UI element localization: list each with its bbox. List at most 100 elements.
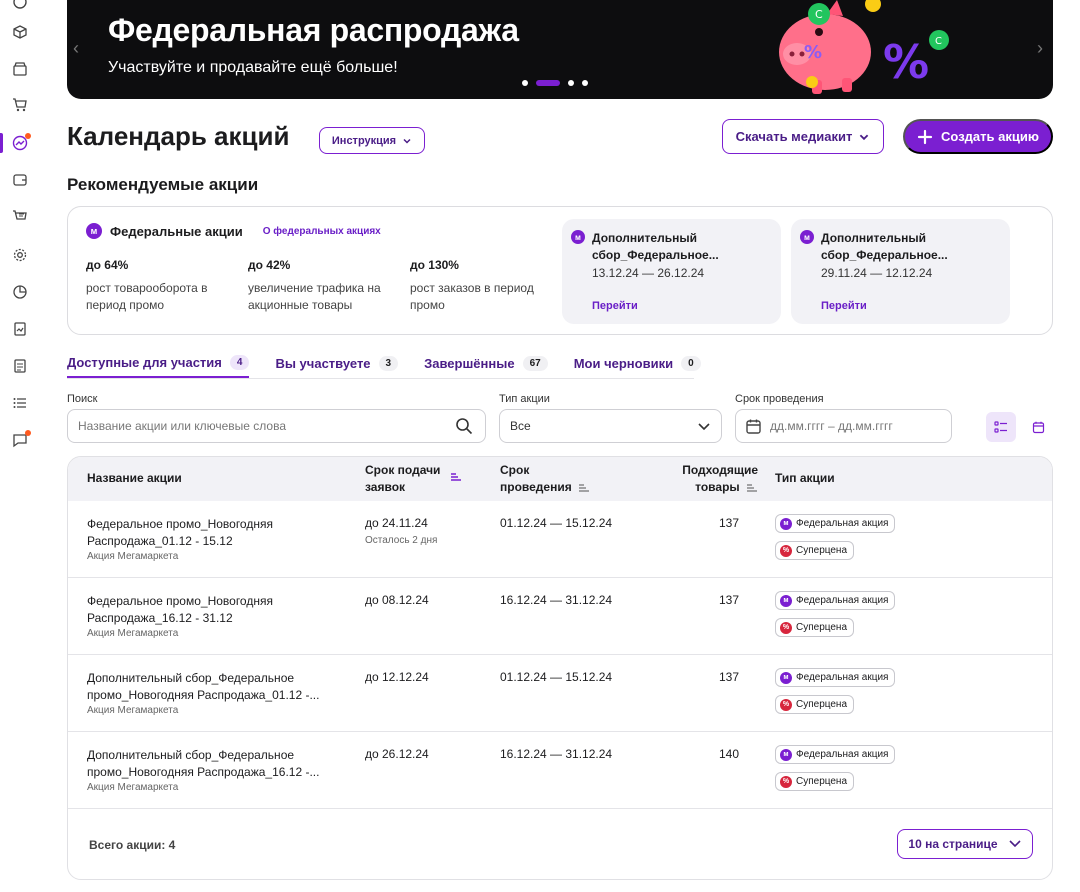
promo-card-go-link[interactable]: Перейти: [821, 300, 867, 312]
banner-title: Федеральная распродажа: [108, 12, 519, 48]
promo-deadline: до 24.11.24: [365, 516, 428, 530]
cart-list-icon[interactable]: [12, 209, 28, 225]
recommended-promo-card[interactable]: м Дополнительный сбор_Федеральное... 29.…: [791, 219, 1010, 324]
about-federal-link[interactable]: О федеральных акциях: [263, 226, 381, 237]
create-promo-button[interactable]: Создать акцию: [903, 119, 1053, 154]
type-label: Тип акции: [499, 393, 550, 405]
tab-label: Завершённые: [424, 356, 515, 371]
table-row[interactable]: Федеральное промо_Новогодняя Распродажа_…: [68, 578, 1052, 655]
sort-icon[interactable]: [450, 471, 462, 483]
megamarket-logo-icon: м: [780, 594, 792, 607]
promo-deadline: до 12.12.24: [365, 670, 429, 684]
promo-goods-count: 140: [718, 747, 739, 761]
federal-promo-badge: м Федеральная акция: [775, 591, 896, 610]
col-goods[interactable]: Подходящие товары: [648, 462, 758, 496]
recommended-card: м Федеральные акции О федеральных акциях…: [67, 206, 1053, 335]
chevron-down-icon: [698, 423, 710, 431]
banner-dot[interactable]: [582, 80, 588, 86]
super-price-badge: % Суперцена: [775, 618, 855, 637]
promo-card-dates: 29.11.24 — 12.12.24: [821, 266, 933, 280]
col-name: Название акции: [87, 471, 182, 485]
home-icon[interactable]: [12, 0, 28, 10]
search-placeholder: Название акции или ключевые слова: [78, 419, 287, 433]
sort-icon[interactable]: [578, 482, 590, 494]
promo-deadline-note: Осталось 2 дня: [365, 535, 438, 546]
piggy-bank-illustration: C C % %: [779, 0, 949, 94]
promo-card-title: Дополнительный сбор_Федеральное...: [592, 231, 719, 262]
date-placeholder: дд.мм.гггг – дд.мм.гггг: [770, 419, 893, 433]
col-deadline[interactable]: Срок подачи заявок: [365, 462, 461, 496]
promo-period: 16.12.24 — 31.12.24: [500, 747, 613, 761]
banner-dot-active[interactable]: [536, 80, 560, 86]
search-input[interactable]: Название акции или ключевые слова: [67, 409, 486, 443]
stat-traffic: до 42% увеличение трафика на акционные т…: [248, 258, 398, 314]
promo-type-select[interactable]: Все: [499, 409, 722, 443]
banner-dot[interactable]: [568, 80, 574, 86]
promo-card-go-link[interactable]: Перейти: [592, 300, 638, 312]
stat-value: до 42%: [248, 258, 291, 272]
document-icon[interactable]: [12, 358, 28, 374]
col-period-line1: Срок: [500, 463, 530, 477]
recommended-promo-card[interactable]: м Дополнительный сбор_Федеральное... 13.…: [562, 219, 781, 324]
promo-name[interactable]: Федеральное промо_Новогодняя Распродажа_…: [87, 516, 327, 550]
settings-icon[interactable]: [12, 247, 28, 263]
tab-finished[interactable]: Завершённые 67: [424, 355, 548, 378]
col-type: Тип акции: [775, 471, 835, 485]
wallet-icon[interactable]: [12, 172, 28, 188]
col-period-line2: проведения: [500, 480, 572, 494]
svg-text:C: C: [935, 36, 942, 47]
promo-goods-count: 137: [718, 670, 739, 684]
banner-prev-arrow[interactable]: ‹: [73, 38, 79, 59]
tab-label: Мои черновики: [573, 356, 674, 371]
super-price-badge: % Суперцена: [775, 541, 855, 560]
tab-drafts[interactable]: Мои черновики 0: [574, 355, 701, 378]
sort-icon[interactable]: [746, 482, 758, 494]
percent-icon: %: [780, 775, 792, 788]
percent-icon: %: [780, 544, 792, 557]
banner-next-arrow[interactable]: ›: [1037, 38, 1043, 59]
federal-promo-badge: м Федеральная акция: [775, 668, 896, 687]
percent-icon: %: [780, 698, 792, 711]
promo-owner: Акция Мегамаркета: [87, 551, 179, 562]
megamarket-logo-icon: м: [780, 671, 792, 684]
list-view-icon: [994, 421, 1007, 433]
super-price-badge: % Суперцена: [775, 695, 855, 714]
tab-label: Доступные для участия: [67, 355, 222, 370]
badge-label: Суперцена: [796, 776, 848, 787]
cart-icon[interactable]: [12, 97, 28, 113]
stat-value: до 130%: [410, 258, 459, 272]
federal-title: Федеральные акции: [110, 223, 243, 239]
tab-count-badge: 4: [229, 355, 250, 370]
notification-dot: [25, 133, 31, 139]
banner-dot[interactable]: [522, 80, 528, 86]
promo-name[interactable]: Дополнительный сбор_Федеральное промо_Но…: [87, 670, 327, 704]
col-period[interactable]: Срок проведения: [500, 462, 590, 496]
date-range-input[interactable]: дд.мм.гггг – дд.мм.гггг: [735, 409, 952, 443]
shop-icon[interactable]: [12, 61, 28, 77]
table-row[interactable]: Федеральное промо_Новогодняя Распродажа_…: [68, 501, 1052, 578]
per-page-select[interactable]: 10 на странице: [897, 829, 1033, 859]
promo-name[interactable]: Дополнительный сбор_Федеральное промо_Но…: [87, 747, 327, 781]
promo-name[interactable]: Федеральное промо_Новогодняя Распродажа_…: [87, 593, 327, 627]
instruction-dropdown[interactable]: Инструкция: [319, 127, 425, 154]
list-icon[interactable]: [12, 395, 28, 411]
box-icon[interactable]: [12, 24, 28, 40]
banner-subtitle: Участвуйте и продавайте ещё больше!: [108, 59, 398, 76]
promo-banner[interactable]: ‹ Федеральная распродажа Участвуйте и пр…: [67, 0, 1053, 99]
badge-label: Федеральная акция: [796, 672, 889, 683]
tab-participating[interactable]: Вы участвуете 3: [275, 355, 399, 378]
table-row[interactable]: Дополнительный сбор_Федеральное промо_Но…: [68, 655, 1052, 732]
calendar-view-toggle[interactable]: [1023, 412, 1053, 442]
badge-label: Суперцена: [796, 622, 848, 633]
list-view-toggle[interactable]: [986, 412, 1016, 442]
search-icon[interactable]: [455, 417, 473, 435]
analytics-pie-icon[interactable]: [12, 284, 28, 300]
report-icon[interactable]: [12, 321, 28, 337]
download-mediakit-button[interactable]: Скачать медиакит: [722, 119, 884, 154]
stat-orders: до 130% рост заказов в период промо: [410, 258, 560, 314]
tab-available[interactable]: Доступные для участия 4: [67, 355, 250, 378]
period-label: Срок проведения: [735, 393, 824, 405]
instruction-label: Инструкция: [331, 134, 397, 147]
megamarket-logo-icon: м: [800, 230, 814, 244]
table-row[interactable]: Дополнительный сбор_Федеральное промо_Но…: [68, 732, 1052, 809]
